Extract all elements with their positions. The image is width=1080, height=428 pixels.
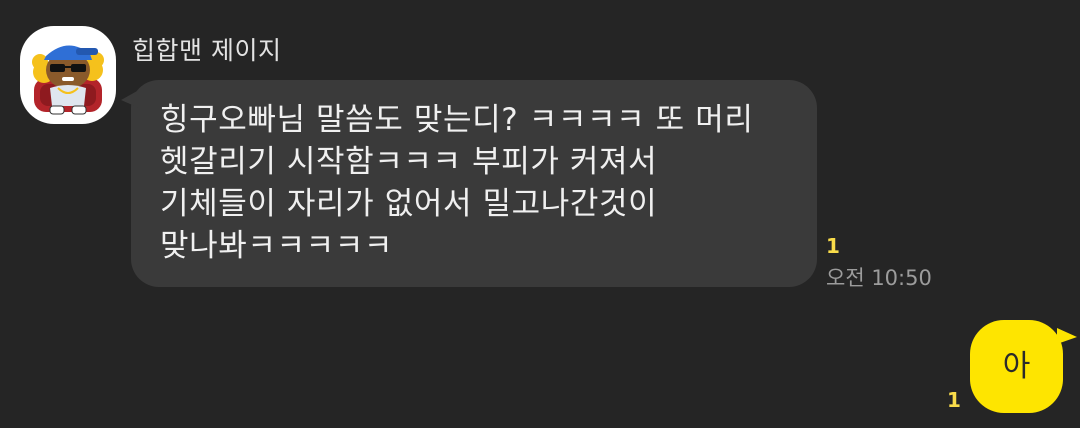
message-text: 아 (1002, 349, 1031, 384)
message-line: 기체들이 자리가 없어서 밀고나간것이 (160, 186, 658, 222)
outgoing-message-bubble[interactable]: 아 (970, 320, 1077, 413)
incoming-message-bubble[interactable]: 힝구오빠님 말씀도 맞는디? ㅋㅋㅋㅋ 또 머리 헷갈리기 시작함ㅋㅋㅋ 부피가… (121, 80, 817, 287)
chat-room: 힙합맨 제이지 힝구오빠님 말씀도 맞는디? ㅋㅋㅋㅋ 또 머리 헷갈리기 시작… (0, 0, 1080, 428)
message-line: 헷갈리기 시작함ㅋㅋㅋ 부피가 커져서 (160, 144, 658, 180)
unread-count: 1 (947, 388, 961, 412)
message-time: 오전 10:50 (826, 266, 932, 290)
unread-count: 1 (826, 234, 840, 258)
message-line: 맞나봐ㅋㅋㅋㅋㅋ (160, 228, 393, 264)
rapper-character-avatar-icon (32, 45, 104, 115)
message-line: 힝구오빠님 말씀도 맞는디? ㅋㅋㅋㅋ 또 머리 (160, 102, 754, 138)
sender-name: 힙합맨 제이지 (132, 36, 282, 65)
bubble-tail (121, 90, 139, 108)
avatar[interactable] (20, 26, 116, 124)
message-text: 힝구오빠님 말씀도 맞는디? ㅋㅋㅋㅋ 또 머리 헷갈리기 시작함ㅋㅋㅋ 부피가… (160, 99, 800, 267)
